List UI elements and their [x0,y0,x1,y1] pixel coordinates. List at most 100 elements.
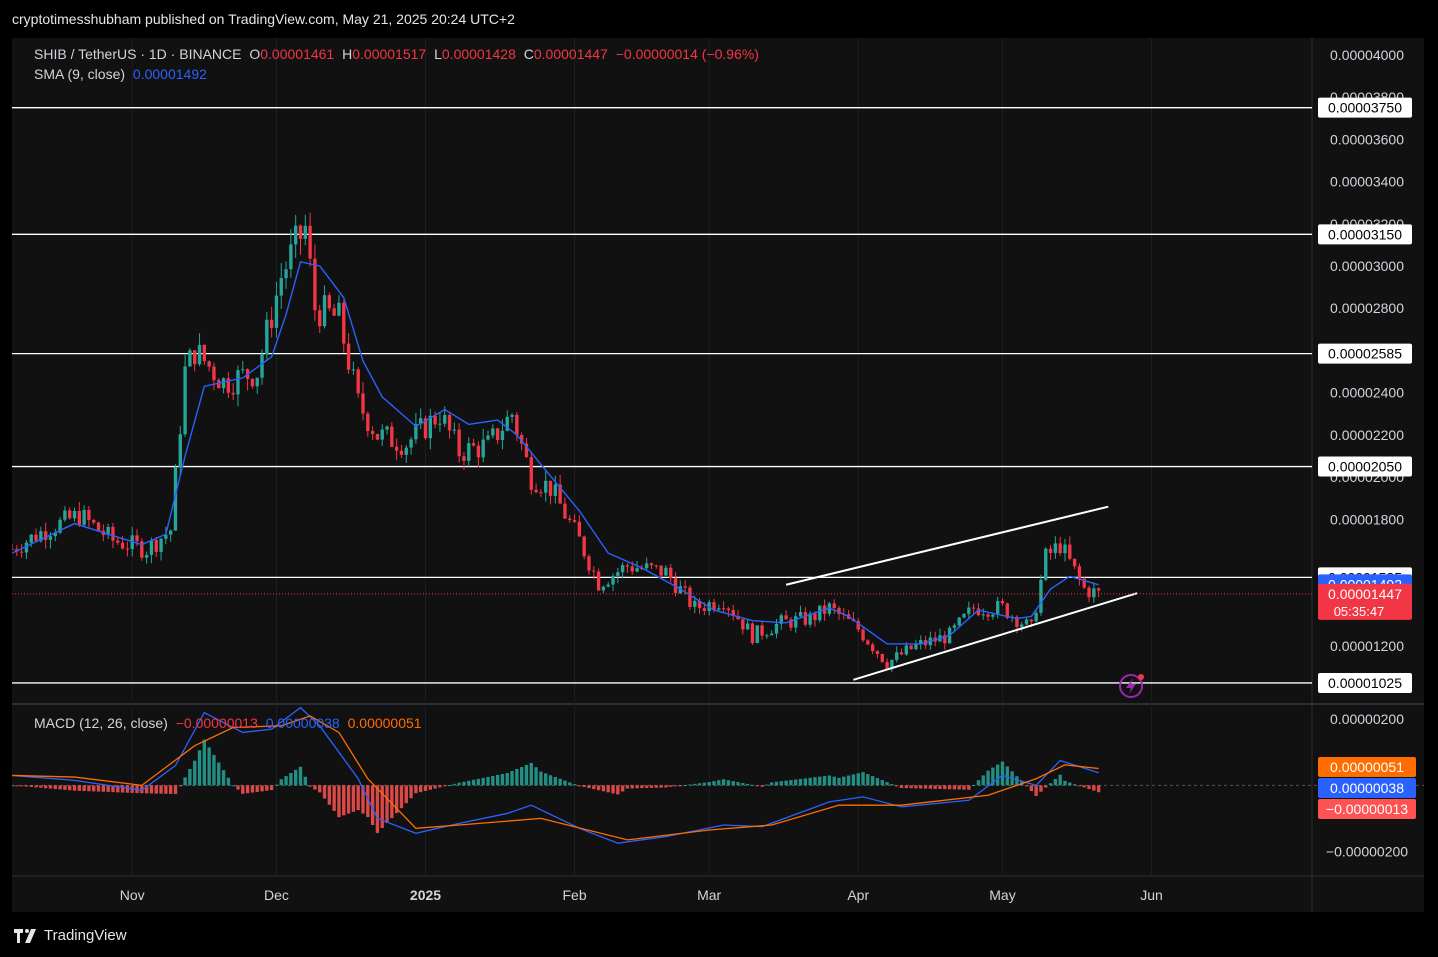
macd-histogram-bar [63,785,67,790]
macd-histogram-bar [620,785,625,792]
macd-histogram-bar [34,785,38,788]
candle-body [1077,566,1082,579]
candle-body [1000,600,1005,604]
candle-body [409,439,413,448]
macd-histogram-bar [688,784,692,786]
candle-body [351,369,356,371]
candle-body [380,429,384,440]
price-tick-label: 0.00002400 [1330,385,1404,401]
candle-body [870,644,875,652]
candle-body [664,567,668,576]
chart-canvas[interactable]: Nov Dec 2025 Feb Mar Apr May Jun 0.00004000 0.000… [12,38,1424,912]
macd-histogram-bar [986,770,990,786]
macd-histogram-bar [664,785,668,788]
candle-body [755,625,759,644]
candle-body [1087,587,1091,598]
candle-body [447,414,452,431]
macd-histogram-bar [29,785,33,787]
macd-histogram-bar [899,785,904,788]
macd-histogram-bar [1034,785,1038,796]
candle-body [726,608,731,610]
macd-histogram-bar [120,785,125,793]
lightning-bolt [1126,678,1136,694]
macd-histogram-bar [669,785,673,787]
candle-body [669,567,673,579]
candle-body [995,600,1000,615]
macd-histogram-bar [265,785,269,791]
macd-histogram-bar [712,781,716,786]
candle-body [606,584,610,587]
candle-body [563,503,567,519]
macd-histogram-bar [279,779,283,786]
macd-histogram-bar [851,774,856,786]
candle-body [284,269,288,279]
candle-body [592,570,596,572]
candle-body [1072,558,1077,567]
candle-body [529,457,533,490]
candle-body [813,613,817,621]
macd-histogram-bar [750,784,755,786]
countdown-label: 05:35:47 [1334,604,1385,619]
macd-histogram-bar [87,785,91,792]
candle-body [866,640,870,645]
macd-histogram-bar [995,764,1000,786]
macd-histogram-bar [890,784,894,786]
candle-body [385,426,389,430]
macd-histogram-bar [260,785,264,792]
macd-histogram-bar [707,782,711,786]
macd-histogram-bar [467,780,471,786]
macd-histogram-bar [832,776,836,786]
macd-histogram-bar [433,785,437,789]
candle-body [534,489,538,493]
candle-body [986,614,990,617]
macd-histogram-bar [846,775,851,786]
macd-histogram-bar [58,785,62,790]
sma-line [12,260,1099,645]
candle-body [587,556,591,571]
candle-body [289,244,293,270]
macd-histogram-bar [68,785,72,791]
macd-histogram-bar [1072,784,1077,786]
candle-body [135,535,139,542]
candle-body [361,393,365,414]
macd-histogram-bar [654,785,658,788]
macd-histogram-bar [976,780,981,786]
macd-histogram-bar [880,780,884,786]
candle-body [462,456,466,461]
candle-body [183,366,187,435]
low-value: 0.00001428 [441,46,516,62]
macd-histogram-bar [202,739,207,786]
candle-body [63,510,67,520]
macd-histogram-bar [269,785,274,791]
macd-histogram-bar [149,785,154,794]
macd-histogram-bar [673,785,678,787]
level-price-label: 0.00003150 [1328,226,1402,242]
candle-body [765,635,769,637]
candle-body [1044,548,1048,580]
macd-histogram-bar [774,781,779,786]
candle-body [116,540,120,543]
macd-histogram-bar [529,762,533,786]
macd-histogram-bar [630,785,634,789]
candle-body [168,530,173,535]
sma-value: 0.00001492 [132,66,207,82]
candle-body [721,608,726,610]
macd-histogram-bar [193,760,197,786]
candle-body [274,295,279,328]
macd-histogram-bar [635,785,639,789]
lightning-badge [1138,674,1144,680]
candle-body [231,392,235,395]
time-tick-label: May [989,887,1015,903]
macd-signal-value: 0.00000051 [347,715,422,731]
macd-histogram-bar [553,776,558,786]
candle-body [760,625,764,636]
candle-body [250,378,255,387]
macd-histogram-bar [895,785,899,787]
price-tick-label: 0.00003400 [1330,174,1404,190]
candle-body [188,350,192,367]
chart-frame[interactable]: Nov Dec 2025 Feb Mar Apr May Jun 0.00004000 0.000… [12,38,1424,912]
macd-histogram-bar [741,783,745,786]
candle-body [818,605,822,621]
candle-body [87,509,91,521]
tradingview-logo[interactable]: TradingView [14,927,127,944]
